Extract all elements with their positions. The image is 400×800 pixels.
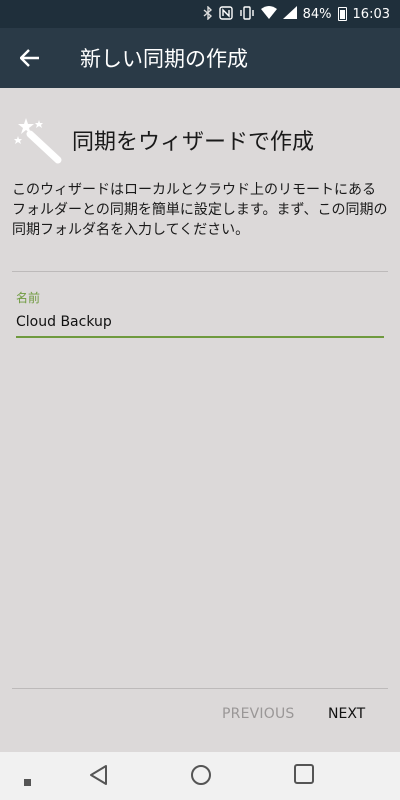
menu-dot-icon[interactable] (24, 772, 32, 791)
nfc-icon (218, 5, 233, 23)
status-bar: 84% 16:03 (0, 0, 400, 28)
magic-wand-icon (14, 118, 62, 164)
battery-percent: 84% (302, 6, 332, 22)
signal-icon (282, 6, 297, 22)
wizard-nav: PREVIOUS NEXT (0, 700, 400, 730)
previous-button[interactable]: PREVIOUS (222, 706, 294, 722)
home-nav-icon[interactable] (190, 764, 212, 790)
app-bar: 新しい同期の作成 (0, 28, 400, 88)
name-input[interactable] (16, 312, 384, 338)
wizard-title: 同期をウィザードで作成 (72, 130, 315, 155)
wizard-content: 同期をウィザードで作成 このウィザードはローカルとクラウド上のリモートにあるフォ… (0, 88, 400, 752)
vibrate-icon (239, 5, 255, 23)
next-button[interactable]: NEXT (328, 706, 365, 722)
back-button[interactable] (0, 28, 60, 88)
back-arrow-icon (20, 49, 39, 67)
battery-icon (337, 7, 347, 21)
wizard-header: 同期をウィザードで作成 (12, 112, 392, 168)
status-icons: 84% 16:03 (203, 0, 390, 28)
wizard-description: このウィザードはローカルとクラウド上のリモートにあるフォルダーとの同期を簡単に設… (12, 182, 388, 238)
name-field-label: 名前 (16, 291, 41, 305)
divider (12, 271, 388, 272)
page-title: 新しい同期の作成 (80, 47, 248, 71)
wifi-icon (260, 6, 277, 22)
clock: 16:03 (352, 6, 390, 22)
recents-nav-icon[interactable] (294, 764, 314, 788)
bluetooth-icon (203, 4, 213, 23)
divider (12, 688, 388, 689)
back-nav-icon[interactable] (88, 764, 108, 790)
system-navigation-bar (0, 752, 400, 800)
